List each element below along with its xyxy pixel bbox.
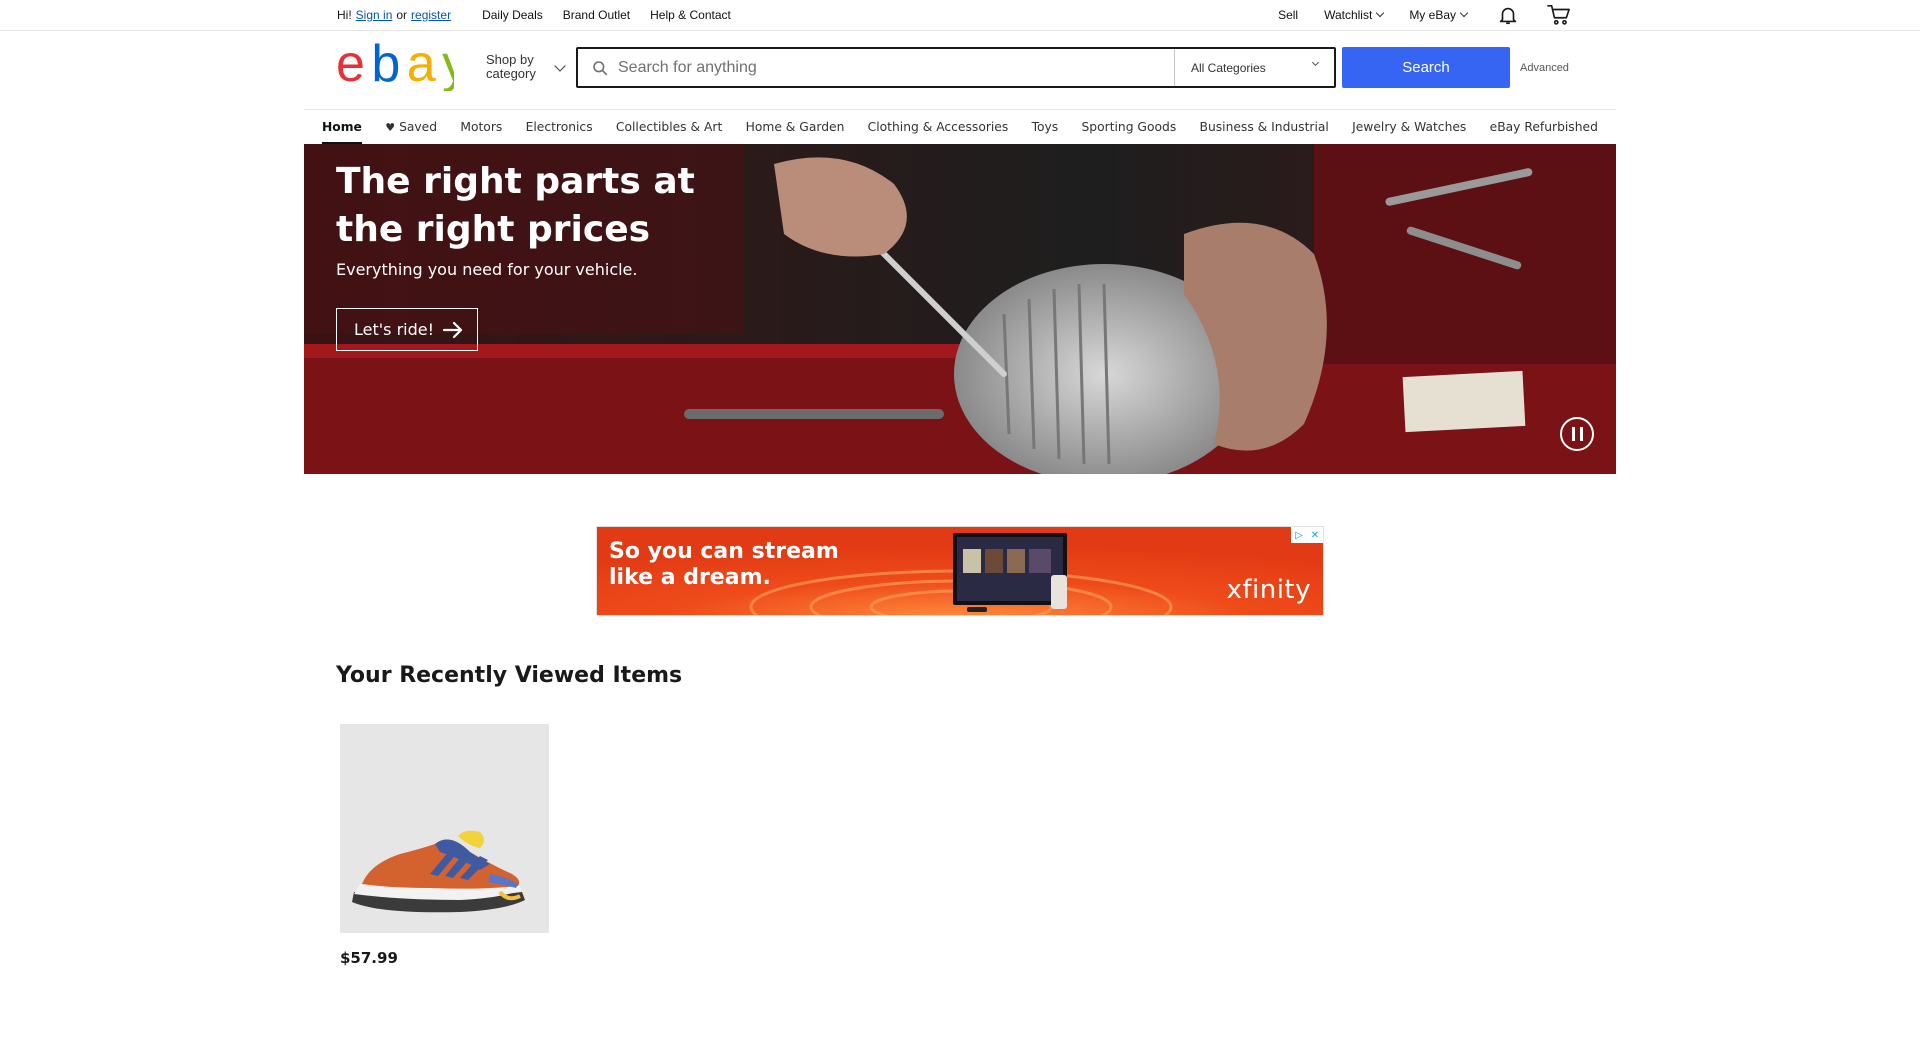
my-ebay-label: My eBay — [1409, 8, 1456, 22]
main-header: e b a y Shop by category All Categories … — [336, 31, 1572, 109]
recently-viewed-title: Your Recently Viewed Items — [336, 663, 683, 688]
greeting-or: or — [396, 8, 408, 22]
hero-title: The right parts at the right prices — [336, 161, 695, 250]
nav-item-jewelry-watches[interactable]: Jewelry & Watches — [1352, 110, 1466, 144]
search-bar: All Categories — [576, 47, 1336, 88]
my-ebay-menu[interactable]: My eBay — [1409, 8, 1469, 22]
search-field[interactable] — [578, 49, 1174, 86]
pause-icon-bar — [1571, 427, 1575, 441]
nav-item-sporting-goods[interactable]: Sporting Goods — [1082, 110, 1177, 144]
category-nav: Home ♥ Saved Motors Electronics Collecti… — [304, 109, 1616, 144]
greeting-prefix: Hi! — [337, 8, 352, 22]
logo-letter-y: y — [442, 41, 454, 91]
nav-item-collectibles-art[interactable]: Collectibles & Art — [616, 110, 722, 144]
chevron-down-icon — [1376, 8, 1385, 18]
category-select[interactable]: All Categories — [1174, 49, 1334, 86]
top-utility-bar-inner: Hi! Sign in or register Daily Deals Bran… — [337, 0, 1571, 30]
ebay-logo[interactable]: e b a y — [336, 41, 454, 91]
shop-by-category-button[interactable]: Shop by category — [486, 53, 568, 81]
ad-brand-logo: xfinity — [1226, 575, 1311, 605]
sell-link[interactable]: Sell — [1278, 8, 1298, 22]
bell-icon[interactable] — [1497, 4, 1519, 26]
ad-choices[interactable]: ▷ ✕ — [1291, 527, 1323, 543]
cart-icon[interactable] — [1547, 4, 1571, 26]
nav-item-clothing-accessories[interactable]: Clothing & Accessories — [868, 110, 1009, 144]
sign-in-link[interactable]: Sign in — [356, 8, 393, 22]
watchlist-label: Watchlist — [1324, 8, 1373, 22]
nav-item-home-garden[interactable]: Home & Garden — [746, 110, 845, 144]
hero-subtitle: Everything you need for your vehicle. — [336, 260, 638, 279]
category-select-value: All Categories — [1191, 60, 1266, 75]
search-icon — [593, 60, 608, 75]
nav-item-electronics[interactable]: Electronics — [526, 110, 593, 144]
search-input[interactable] — [618, 58, 1138, 77]
heart-icon: ♥ — [385, 120, 396, 134]
logo-letter-a: a — [407, 41, 436, 91]
sneaker-image — [352, 830, 525, 913]
logo-text: e b a y — [336, 41, 454, 91]
nav-item-motors[interactable]: Motors — [460, 110, 502, 144]
greeting: Hi! Sign in or register — [337, 8, 455, 22]
hero-cta-button[interactable]: Let's ride! — [336, 308, 478, 351]
chevron-down-icon — [1311, 58, 1320, 67]
pause-icon-bar — [1579, 427, 1583, 441]
hero-banner[interactable]: The right parts at the right prices Ever… — [304, 144, 1616, 474]
ad-choices-icon[interactable]: ▷ — [1291, 527, 1307, 543]
hero-cta-label: Let's ride! — [354, 320, 435, 339]
xfinity-ad[interactable]: So you can stream like a dream. xfinity … — [596, 526, 1324, 616]
close-icon[interactable]: ✕ — [1307, 527, 1323, 543]
daily-deals-link[interactable]: Daily Deals — [482, 8, 543, 22]
watchlist-menu[interactable]: Watchlist — [1324, 8, 1385, 22]
search-button[interactable]: Search — [1342, 47, 1510, 88]
shop-by-category-label: Shop by category — [486, 52, 536, 81]
advanced-search-link[interactable]: Advanced — [1520, 62, 1569, 74]
nav-item-ebay-refurbished[interactable]: eBay Refurbished — [1490, 110, 1598, 144]
logo-letter-e: e — [336, 41, 363, 91]
top-utility-bar: Hi! Sign in or register Daily Deals Bran… — [0, 0, 1920, 31]
logo-letter-b: b — [371, 41, 398, 91]
nav-item-saved-label: Saved — [399, 120, 438, 134]
arrow-right-icon — [442, 321, 463, 338]
top-utility-right: Sell Watchlist My eBay — [1278, 0, 1571, 30]
brand-outlet-link[interactable]: Brand Outlet — [563, 8, 630, 22]
chevron-down-icon — [554, 60, 566, 72]
chevron-down-icon — [1459, 8, 1469, 18]
product-price: $57.99 — [340, 949, 398, 967]
nav-item-saved[interactable]: ♥ Saved — [385, 110, 437, 144]
nav-item-toys[interactable]: Toys — [1032, 110, 1059, 144]
help-contact-link[interactable]: Help & Contact — [650, 8, 731, 22]
pause-carousel-button[interactable] — [1560, 417, 1594, 451]
ad-headline: So you can stream like a dream. — [609, 539, 839, 590]
product-image[interactable] — [340, 724, 549, 933]
recently-viewed-item[interactable]: $57.99 — [340, 724, 549, 967]
nav-item-home[interactable]: Home — [322, 110, 362, 144]
register-link[interactable]: register — [411, 8, 451, 22]
nav-item-business-industrial[interactable]: Business & Industrial — [1200, 110, 1329, 144]
